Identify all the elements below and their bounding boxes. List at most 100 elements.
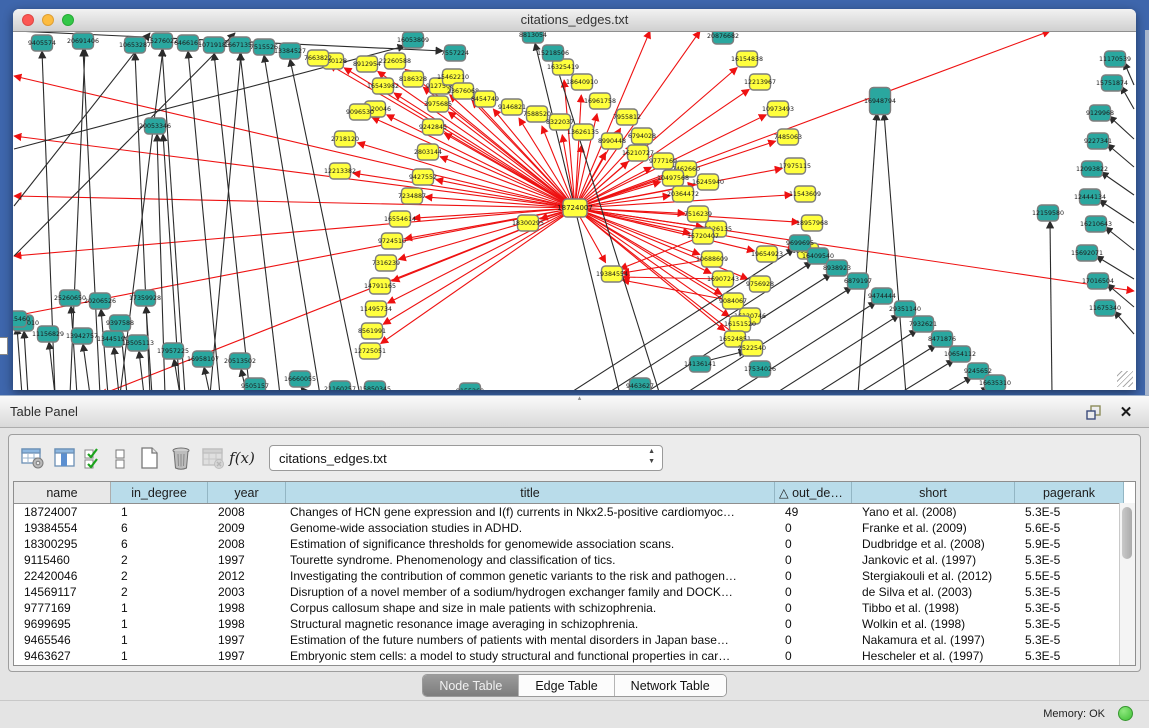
memory-status-icon[interactable] <box>1118 706 1133 721</box>
table-cell: Franke et al. (2009) <box>852 520 1015 536</box>
table-cell: Yano et al. (2008) <box>852 504 1015 520</box>
table-cell: 19384554 <box>14 520 111 536</box>
tab-node-table[interactable]: Node Table <box>423 675 519 696</box>
network-canvas[interactable]: 8160128891295422260588165439828186328912… <box>13 32 1136 390</box>
table-cell: 18300295 <box>14 536 111 552</box>
table-row[interactable]: 911546021997Tourette syndrome. Phenomeno… <box>14 552 1135 568</box>
table-scrollbar-thumb[interactable] <box>1122 507 1132 559</box>
column-header-out_de[interactable]: △ out_de… <box>775 482 852 503</box>
table-row[interactable]: 1872400712008Changes of HCN gene express… <box>14 504 1135 520</box>
svg-text:9397588: 9397588 <box>106 320 134 327</box>
table-cell: 0 <box>775 632 852 648</box>
column-header-short[interactable]: short <box>852 482 1015 503</box>
svg-text:9146821: 9146821 <box>498 104 526 111</box>
svg-text:9463627: 9463627 <box>626 383 654 390</box>
table-cell: 2012 <box>208 568 286 584</box>
svg-text:9245652: 9245652 <box>964 368 992 375</box>
svg-text:9096530: 9096530 <box>346 109 374 116</box>
show-columns-icon[interactable] <box>49 442 81 474</box>
svg-text:8186328: 8186328 <box>399 76 427 83</box>
svg-text:7955812: 7955812 <box>613 114 641 121</box>
table-cell: 5.3E-5 <box>1015 600 1124 616</box>
resize-grip-icon[interactable] <box>1117 371 1133 387</box>
svg-text:7316239: 7316239 <box>372 260 400 267</box>
svg-text:17975115: 17975115 <box>779 163 811 170</box>
delete-table-icon[interactable] <box>197 442 229 474</box>
svg-text:13505113: 13505113 <box>122 340 154 347</box>
svg-text:11543609: 11543609 <box>789 191 821 198</box>
table-cell: 1997 <box>208 552 286 568</box>
table-settings-icon[interactable] <box>17 442 49 474</box>
svg-text:11675340: 11675340 <box>1089 305 1121 312</box>
svg-text:8322037: 8322037 <box>546 119 574 126</box>
svg-text:18640910: 18640910 <box>566 79 598 86</box>
svg-text:16554614: 16554614 <box>384 216 416 223</box>
svg-text:19384554: 19384554 <box>596 271 628 278</box>
table-cell: 5.3E-5 <box>1015 584 1124 600</box>
table-selector-combobox[interactable]: citations_edges.txt ▲ ▼ <box>269 445 663 471</box>
select-all-icon[interactable] <box>81 442 107 474</box>
table-row[interactable]: 977716911998Corpus callosum shape and si… <box>14 600 1135 616</box>
column-header-pagerank[interactable]: pagerank <box>1015 482 1124 503</box>
table-row[interactable]: 1938455462009Genome-wide association stu… <box>14 520 1135 536</box>
svg-text:7588520: 7588520 <box>523 111 551 118</box>
table-cell: 14569117 <box>14 584 111 600</box>
table-body[interactable]: 1872400712008Changes of HCN gene express… <box>14 504 1135 664</box>
table-cell: 0 <box>775 648 852 664</box>
table-toolbar: f(x) citations_edges.txt ▲ ▼ <box>17 438 663 478</box>
table-cell: 2 <box>111 552 208 568</box>
table-tabs: Node TableEdge TableNetwork Table <box>422 674 726 697</box>
svg-text:10654112: 10654112 <box>944 351 976 358</box>
svg-text:9756928: 9756928 <box>746 281 774 288</box>
table-cell: Structural magnetic resonance image aver… <box>286 616 775 632</box>
deselect-all-icon[interactable] <box>107 442 133 474</box>
float-panel-icon[interactable] <box>1083 401 1105 423</box>
column-header-in_degree[interactable]: in_degree <box>111 482 208 503</box>
table-row[interactable]: 946362711997Embryonic stem cells: a mode… <box>14 648 1135 664</box>
table-scrollbar[interactable] <box>1119 503 1135 665</box>
table-cell: 5.3E-5 <box>1015 552 1124 568</box>
svg-text:8561991: 8561991 <box>358 328 386 335</box>
table-row[interactable]: 1456911722003Disruption of a novel membe… <box>14 584 1135 600</box>
table-row[interactable]: 2242004622012Investigating the contribut… <box>14 568 1135 584</box>
svg-text:12159580: 12159580 <box>1032 210 1064 217</box>
function-builder-icon[interactable]: f(x) <box>229 442 255 474</box>
svg-text:11495734: 11495734 <box>360 306 392 313</box>
table-header-row[interactable]: namein_degreeyeartitle△ out_de…shortpage… <box>14 482 1135 504</box>
table-tabbar: Node TableEdge TableNetwork Table <box>0 674 1149 697</box>
close-panel-icon[interactable]: ✕ <box>1115 401 1137 423</box>
table-row[interactable]: 946554611997Estimation of the future num… <box>14 632 1135 648</box>
table-cell: 1 <box>111 632 208 648</box>
splitter-handle-icon[interactable]: ▴ <box>575 396 585 401</box>
svg-text:9505157: 9505157 <box>241 383 269 390</box>
table-row[interactable]: 1830029562008Estimation of significance … <box>14 536 1135 552</box>
tab-edge-table[interactable]: Edge Table <box>519 675 614 696</box>
table-panel-header: ▴ Table Panel ✕ <box>0 395 1149 428</box>
tab-network-table[interactable]: Network Table <box>615 675 726 696</box>
svg-text:20691406: 20691406 <box>67 38 99 45</box>
table-cell: 9115460 <box>14 552 111 568</box>
svg-text:9474444: 9474444 <box>868 293 896 300</box>
table-row[interactable]: 969969511998Structural magnetic resonanc… <box>14 616 1135 632</box>
table-cell: 9777169 <box>14 600 111 616</box>
table-cell: 5.3E-5 <box>1015 648 1124 664</box>
svg-text:12213967: 12213967 <box>744 79 776 86</box>
new-column-icon[interactable] <box>133 442 165 474</box>
svg-text:13626135: 13626135 <box>567 129 599 136</box>
svg-text:25260650: 25260650 <box>54 295 86 302</box>
svg-text:14791165: 14791165 <box>364 283 396 290</box>
table-selector-value: citations_edges.txt <box>279 451 387 466</box>
svg-text:20206526: 20206526 <box>84 298 116 305</box>
window-titlebar[interactable]: citations_edges.txt <box>13 9 1136 32</box>
column-header-name[interactable]: name <box>14 482 111 503</box>
delete-column-icon[interactable] <box>165 442 197 474</box>
svg-text:17957225: 17957225 <box>157 348 189 355</box>
svg-text:7663822: 7663822 <box>304 55 332 62</box>
svg-text:13384527: 13384527 <box>274 48 306 55</box>
svg-text:12725051: 12725051 <box>354 348 386 355</box>
column-header-title[interactable]: title <box>286 482 775 503</box>
svg-text:16325419: 16325419 <box>547 64 579 71</box>
svg-text:16409540: 16409540 <box>802 253 834 260</box>
column-header-year[interactable]: year <box>208 482 286 503</box>
svg-text:8813054: 8813054 <box>519 32 547 39</box>
